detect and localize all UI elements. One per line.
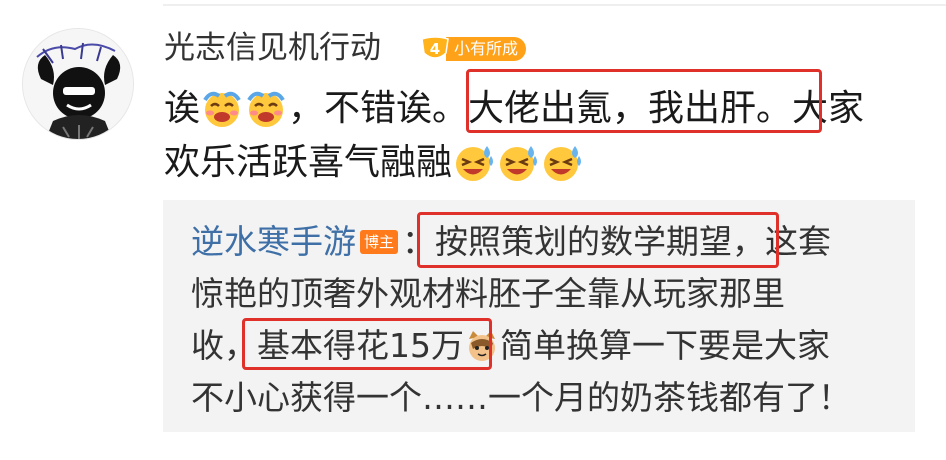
comment-text-segment: 诶 [164, 88, 201, 129]
grin-sweat-icon [497, 142, 539, 184]
level-shield-icon: 4 [420, 35, 450, 63]
quote-text-segment: 收， [191, 326, 257, 365]
comment-text-segment: ，不错诶 [288, 88, 433, 129]
quote-highlight-text: ：按照策划的数学期望， [402, 222, 766, 261]
comment-highlight-text: 。大佬出氪，我出肝。 [432, 88, 793, 129]
comment-text-segment: 大家 [792, 88, 865, 129]
quote-text-segment: 这套 [765, 222, 832, 261]
level-badge[interactable]: 4 小有所成 [420, 35, 527, 63]
divider [163, 4, 946, 6]
weibo-comment-card: 光志信见机行动 4 小有所成 诶 ，不错诶 。大佬出氪，我出肝。 大家 欢乐活跃… [0, 0, 946, 460]
laugh-cry-icon [245, 88, 287, 130]
username[interactable]: 光志信见机行动 [164, 28, 381, 68]
level-number: 4 [429, 40, 441, 58]
cat-face-icon [465, 329, 499, 363]
blogger-badge: 博主 [360, 230, 399, 254]
quoted-post[interactable]: 逆水寒手游 博主 ：按照策划的数学期望， 这套 惊艳的顶奢外观材料胚子全靠从玩家… [163, 200, 915, 432]
quote-text-segment: 不小心获得一个……一个月的奶茶钱都有了！ [191, 378, 851, 417]
quote-highlight-text: 基本得花15万 [257, 326, 464, 365]
grin-sweat-icon [453, 142, 495, 184]
quote-line-2: 惊艳的顶奢外观材料胚子全靠从玩家那里 [191, 268, 911, 320]
avatar-drawing-icon [23, 29, 133, 139]
quote-text-segment: 简单换算一下要是大家 [500, 326, 830, 365]
comment-line-2: 欢乐活跃喜气融融 [164, 136, 934, 190]
level-label: 小有所成 [446, 37, 527, 61]
comment-text: 诶 ，不错诶 。大佬出氪，我出肝。 大家 欢乐活跃喜气融融 [164, 82, 934, 190]
laugh-cry-icon [201, 88, 243, 130]
quote-author-link[interactable]: 逆水寒手游 [191, 216, 356, 268]
quote-line-1: 逆水寒手游 博主 ：按照策划的数学期望， 这套 [191, 216, 911, 268]
quoted-post-body: 逆水寒手游 博主 ：按照策划的数学期望， 这套 惊艳的顶奢外观材料胚子全靠从玩家… [191, 216, 911, 424]
avatar[interactable] [22, 28, 134, 140]
grin-sweat-icon [541, 142, 583, 184]
quote-line-4: 不小心获得一个……一个月的奶茶钱都有了！ [191, 372, 911, 424]
quote-line-3: 收， 基本得花15万 简单换算一下要是大家 [191, 320, 911, 372]
comment-line-1: 诶 ，不错诶 。大佬出氪，我出肝。 大家 [164, 82, 934, 136]
comment-text-segment: 欢乐活跃喜气融融 [164, 142, 453, 183]
quote-text-segment: 惊艳的顶奢外观材料胚子全靠从玩家那里 [191, 274, 785, 313]
